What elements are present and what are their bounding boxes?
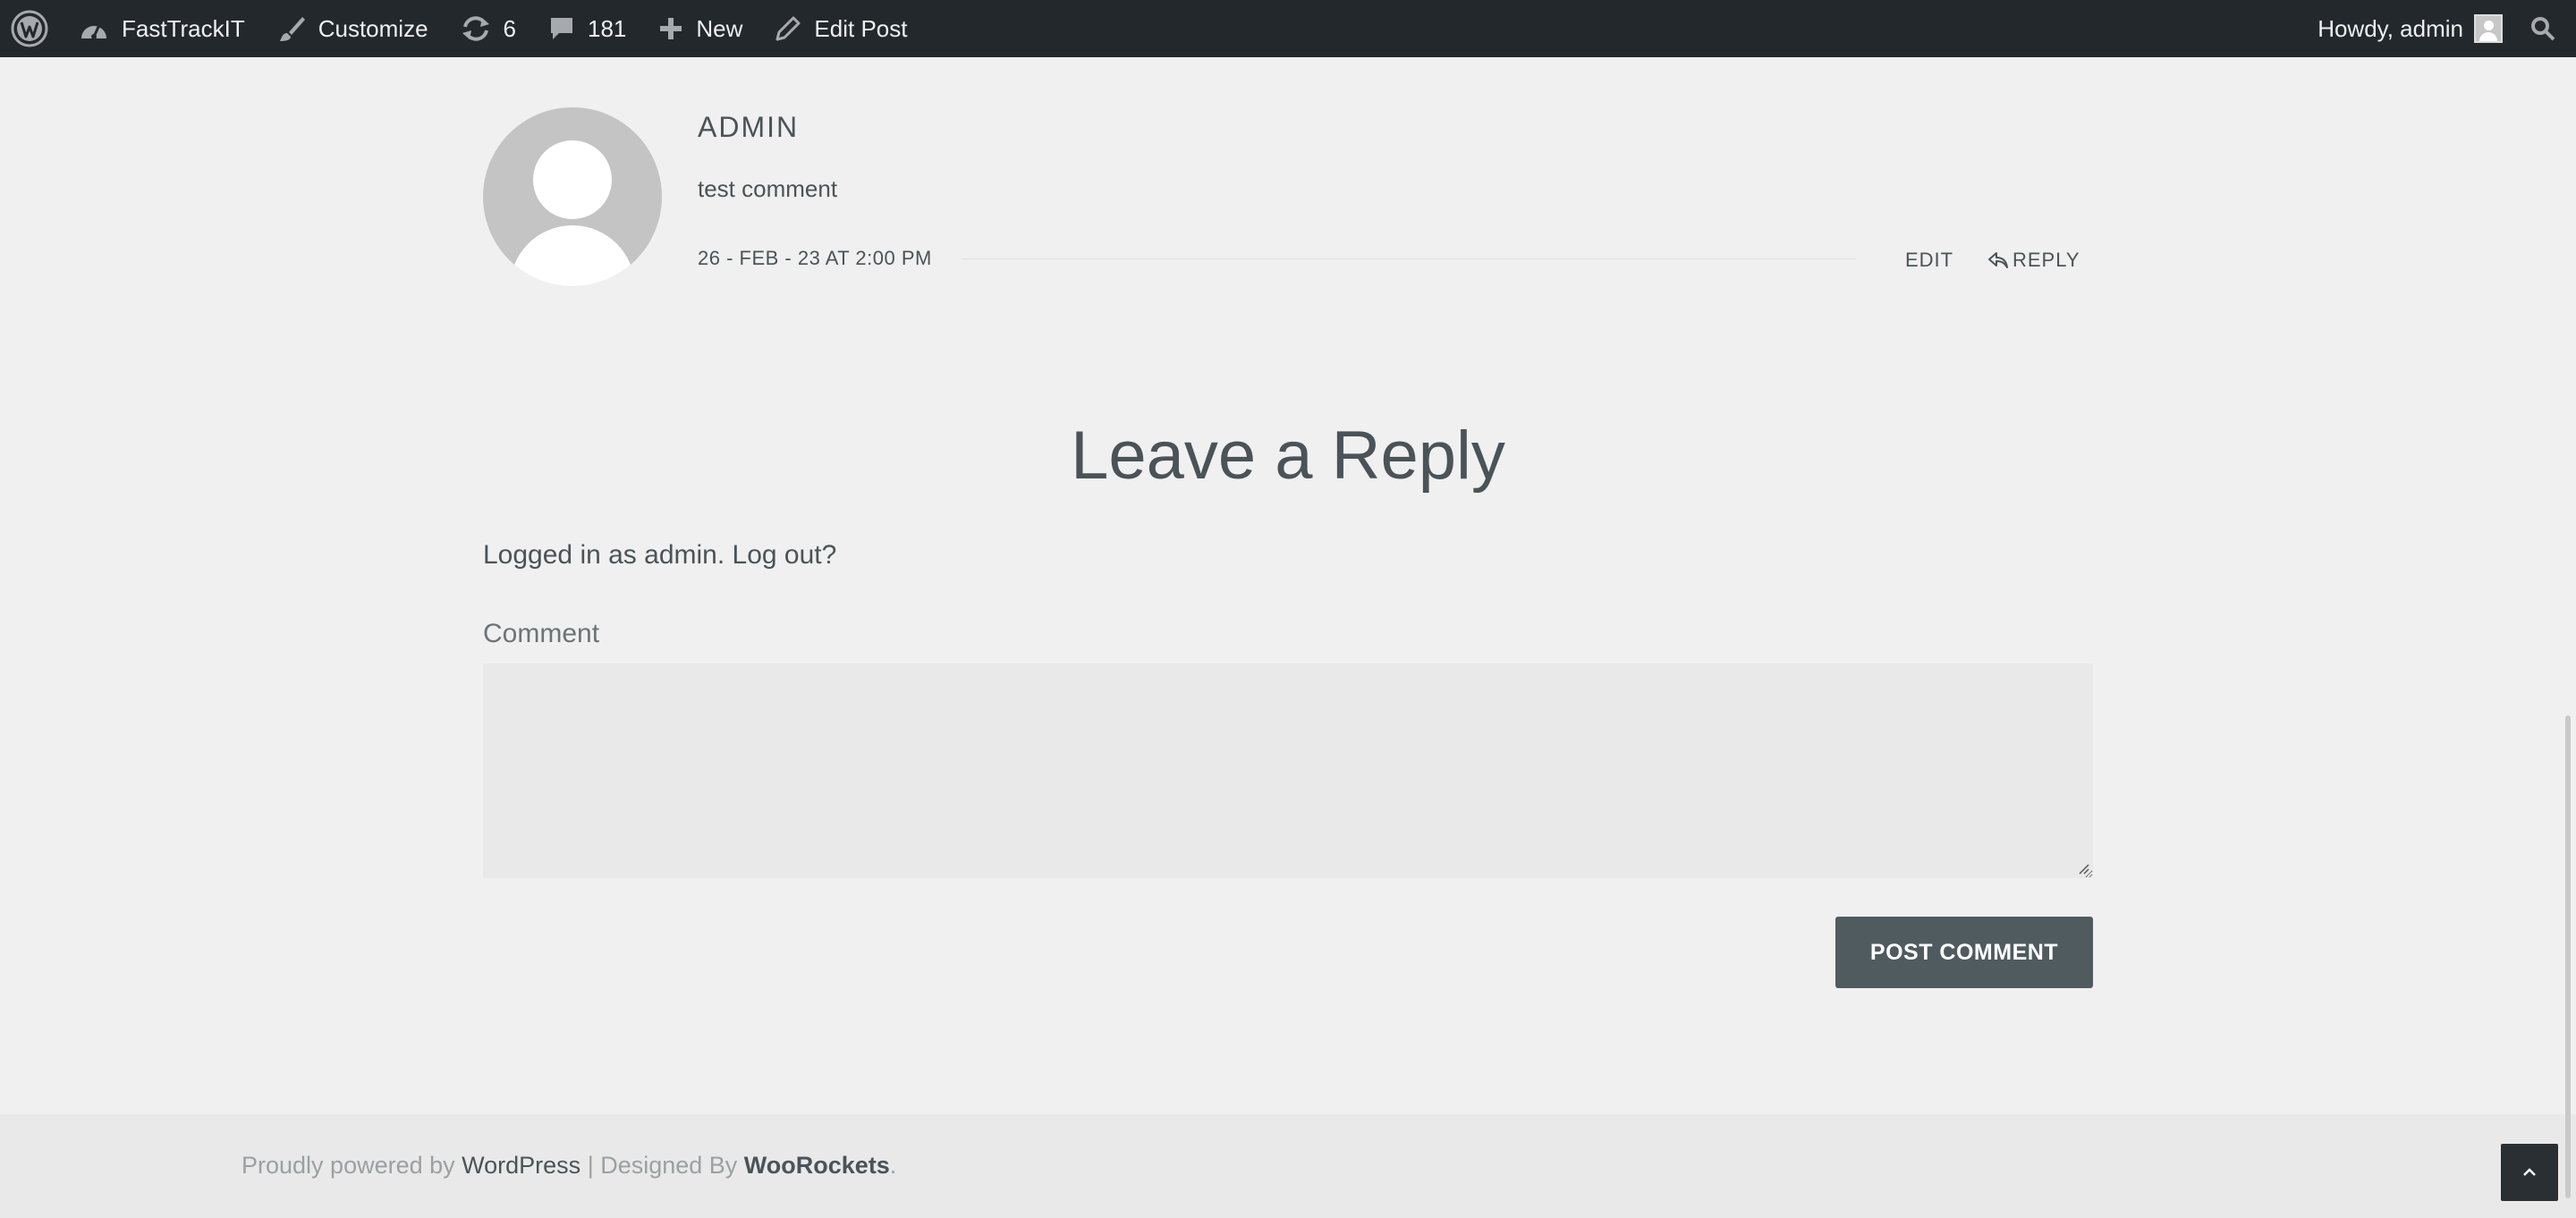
chevron-up-icon xyxy=(2523,1168,2536,1176)
footer-credits: Proudly powered by WordPress | Designed … xyxy=(242,1152,896,1180)
woorockets-link[interactable]: WooRockets xyxy=(744,1152,890,1179)
comment-date[interactable]: 26 - FEB - 23 AT 2:00 PM xyxy=(698,247,932,270)
dashboard-icon xyxy=(81,24,106,39)
comments-link[interactable]: 181 xyxy=(532,0,642,57)
comment-textarea[interactable] xyxy=(483,664,2093,878)
comment-field-label: Comment xyxy=(483,619,600,648)
comment-author: ADMIN xyxy=(698,111,800,143)
new-label: New xyxy=(696,14,743,42)
site-footer: Proudly powered by WordPress | Designed … xyxy=(0,1114,2576,1218)
new-content-menu[interactable]: New xyxy=(642,0,758,57)
site-name: FastTrackIT xyxy=(122,14,245,42)
resize-handle-icon[interactable] xyxy=(2077,862,2089,875)
site-name-menu[interactable]: FastTrackIT xyxy=(63,0,261,57)
wordpress-icon xyxy=(11,10,48,47)
search-toggle[interactable] xyxy=(2515,0,2576,57)
comment-bubble-icon xyxy=(551,18,573,39)
comment-meta-divider xyxy=(962,258,1856,259)
updates-count: 6 xyxy=(503,14,517,42)
comment-author-avatar xyxy=(483,107,662,286)
customize-link[interactable]: Customize xyxy=(261,0,445,57)
comments-count: 181 xyxy=(588,14,627,42)
edit-post-link[interactable]: Edit Post xyxy=(758,0,923,57)
plus-icon xyxy=(660,18,682,39)
search-icon xyxy=(2531,17,2555,41)
customize-label: Customize xyxy=(318,14,428,42)
user-avatar xyxy=(2474,14,2503,43)
edit-post-label: Edit Post xyxy=(814,14,908,42)
reply-title: Leave a Reply xyxy=(1071,418,1505,494)
admin-bar: FastTrackIT Customize 6 181 New Edit Pos… xyxy=(0,0,2576,57)
paintbrush-icon xyxy=(279,17,305,41)
pencil-icon xyxy=(775,16,801,41)
wordpress-logo-menu[interactable] xyxy=(0,0,63,57)
comment-text: test comment xyxy=(698,175,838,202)
reply-arrow-icon xyxy=(1988,252,2008,268)
designed-by-text: | Designed By xyxy=(580,1152,744,1179)
wordpress-link[interactable]: WordPress xyxy=(462,1152,580,1179)
my-account-menu[interactable]: Howdy, admin xyxy=(2301,0,2515,57)
edit-comment-link[interactable]: EDIT xyxy=(1905,249,1953,272)
updates-link[interactable]: 6 xyxy=(445,0,532,57)
logged-in-text[interactable]: Logged in as admin. Log out? xyxy=(483,540,836,571)
powered-by-text: Proudly powered by xyxy=(242,1152,462,1179)
reply-comment-link[interactable]: REPLY xyxy=(1987,249,2080,272)
footer-period: . xyxy=(889,1152,897,1179)
updates-icon xyxy=(462,16,489,41)
howdy-label: Howdy, admin xyxy=(2318,14,2463,42)
post-comment-button[interactable]: POST COMMENT xyxy=(1835,917,2093,988)
scrollbar-thumb[interactable] xyxy=(2565,715,2571,1198)
reply-label: REPLY xyxy=(2012,249,2080,271)
back-to-top-button[interactable] xyxy=(2501,1144,2558,1201)
